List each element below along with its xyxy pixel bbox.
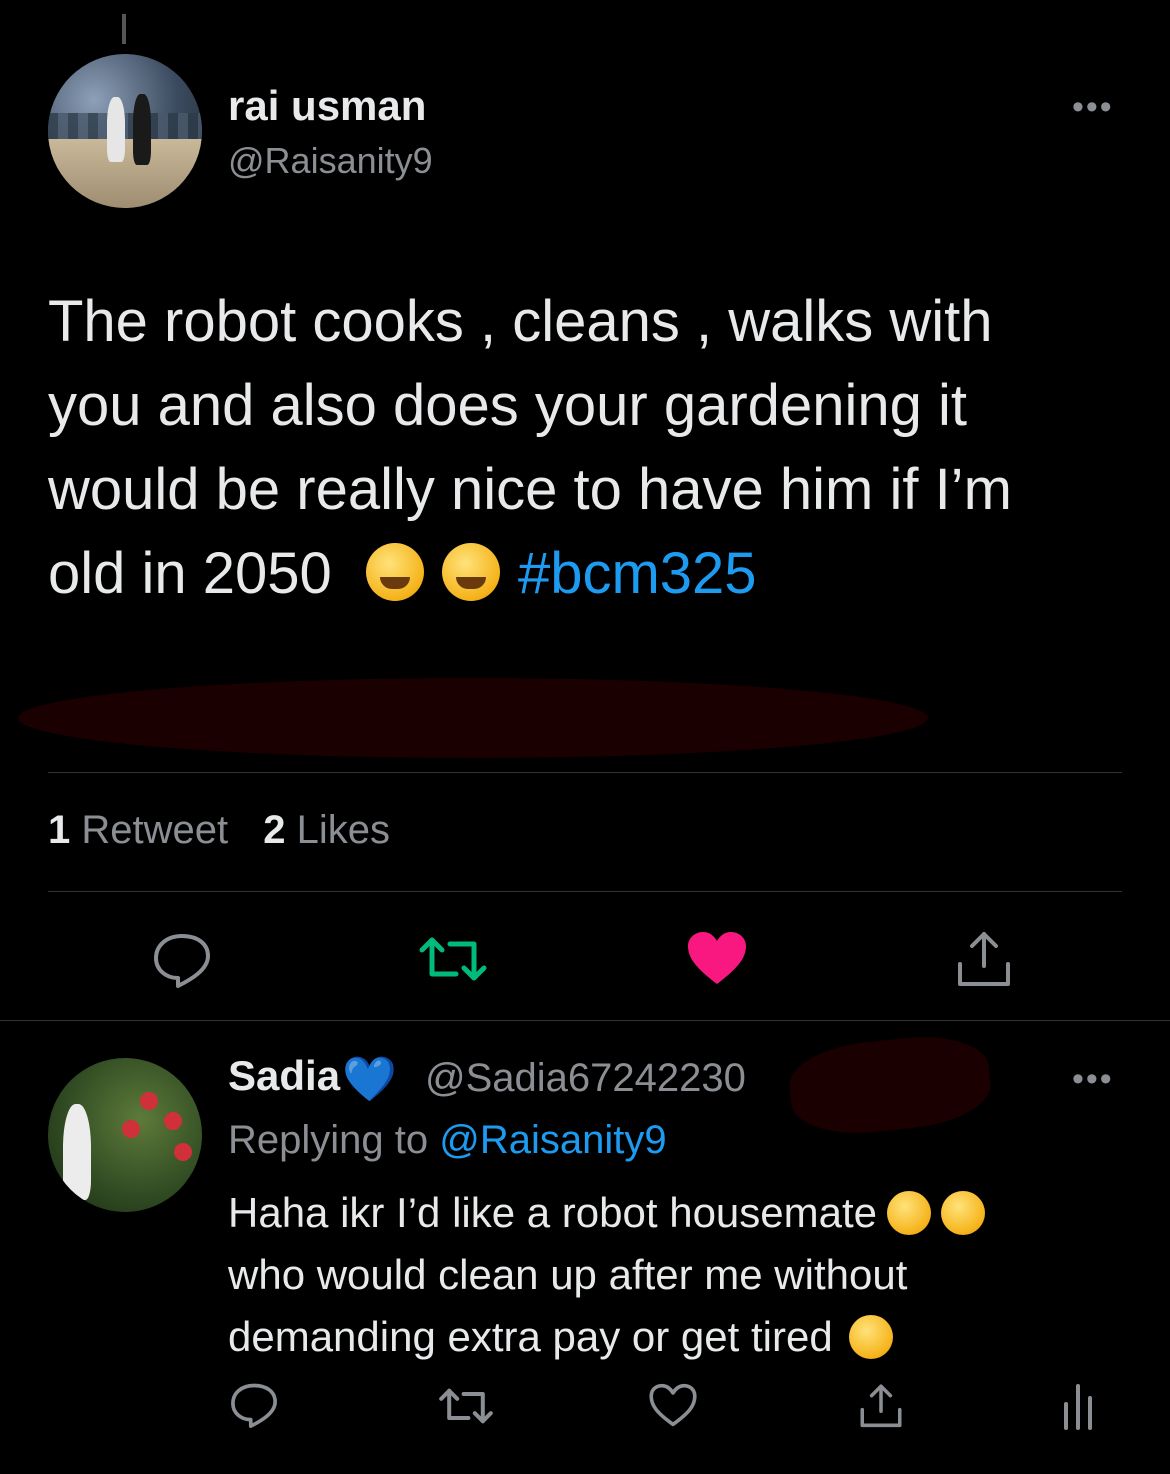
hashtag-link[interactable]: #bcm325 — [518, 541, 757, 606]
reply-icon[interactable] — [150, 930, 214, 990]
replying-prefix: Replying to — [228, 1118, 429, 1162]
reply-icon[interactable] — [228, 1380, 280, 1430]
reply-author[interactable]: Sadia💙 — [228, 1052, 397, 1105]
reply-text: Haha ikr I’d like a robot housemate who … — [228, 1182, 1128, 1368]
retweet-icon[interactable] — [418, 932, 488, 986]
thread-line — [122, 14, 126, 44]
more-options-button[interactable]: ••• — [1072, 88, 1114, 127]
joy-emoji-icon — [887, 1191, 932, 1235]
replying-to: Replying to @Raisanity9 — [228, 1118, 667, 1163]
blue-heart-icon: 💙 — [342, 1055, 397, 1104]
author-handle[interactable]: @Sadia67242230 — [425, 1056, 746, 1101]
retweet-count: 1 — [48, 808, 71, 852]
avatar[interactable] — [48, 54, 202, 208]
like-count: 2 — [263, 808, 286, 852]
tweet-text-line: you and also does your gardening it — [48, 373, 967, 438]
kissing-emoji-icon — [848, 1315, 893, 1359]
tweet-text-line: would be really nice to have him if I’m — [48, 457, 1012, 522]
like-icon[interactable] — [648, 1382, 698, 1428]
tweet-text-line: The robot cooks , cleans , walks with — [48, 289, 993, 354]
divider — [48, 891, 1122, 892]
author-name[interactable]: rai usman — [228, 82, 426, 130]
redaction-mark — [785, 1029, 995, 1141]
share-icon[interactable] — [856, 1380, 906, 1430]
like-icon[interactable] — [686, 930, 748, 986]
reply-text-line1: Haha ikr I’d like a robot housemate — [228, 1189, 878, 1236]
author-handle[interactable]: @Raisanity9 — [228, 140, 433, 182]
tweet-text-line: old in 2050 #bcm325 — [48, 532, 1138, 616]
share-icon[interactable] — [952, 926, 1016, 990]
likes-label: Likes — [296, 808, 391, 852]
reply-text-line: demanding extra pay or get tired — [228, 1306, 1128, 1368]
reply-text-line3: demanding extra pay or get tired — [228, 1313, 833, 1360]
redaction-mark — [18, 678, 928, 758]
avatar[interactable] — [48, 1058, 202, 1212]
retweet-label: Retweet — [81, 808, 229, 852]
author-name: Sadia — [228, 1052, 341, 1099]
rofl-emoji-icon — [441, 543, 500, 601]
engagement-stats: 1 Retweet 2 Likes — [48, 808, 390, 853]
joy-emoji-icon — [941, 1191, 986, 1235]
retweet-count-link[interactable]: 1 Retweet — [48, 808, 228, 852]
rofl-emoji-icon — [365, 543, 424, 601]
reply-text-line: Haha ikr I’d like a robot housemate — [228, 1182, 1128, 1244]
reply-text-line: who would clean up after me without — [228, 1251, 908, 1298]
divider — [0, 1020, 1170, 1021]
retweet-icon[interactable] — [438, 1384, 494, 1428]
mention-link[interactable]: @Raisanity9 — [439, 1118, 666, 1162]
more-options-button[interactable]: ••• — [1072, 1060, 1114, 1099]
analytics-icon[interactable] — [1060, 1382, 1096, 1430]
tweet-text: The robot cooks , cleans , walks with yo… — [48, 280, 1138, 616]
likes-count-link[interactable]: 2 Likes — [263, 808, 390, 852]
divider — [48, 772, 1122, 773]
tweet-text-last: old in 2050 — [48, 541, 332, 606]
